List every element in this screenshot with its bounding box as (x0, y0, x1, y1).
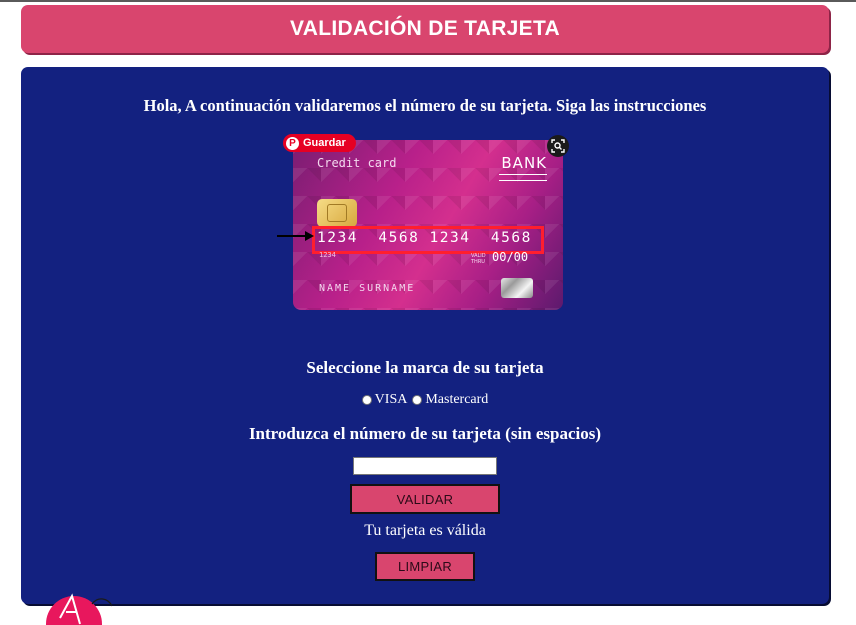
bank-lines (499, 174, 547, 181)
chip-icon (317, 199, 357, 227)
visual-search-icon (551, 139, 565, 153)
card-name: NAME SURNAME (319, 283, 416, 294)
radio-mastercard[interactable] (412, 395, 423, 405)
card-number-input[interactable] (353, 457, 497, 475)
credit-card-image: Credit card BANK 1234 4568 1234 4568 123… (293, 140, 563, 310)
pinterest-icon: P (286, 136, 299, 150)
page-title: VALIDACIÓN DE TARJETA (290, 17, 560, 40)
radio-visa-label: VISA (374, 392, 408, 407)
pinterest-save-button[interactable]: P Guardar (283, 134, 356, 152)
save-label: Guardar (303, 137, 346, 149)
validation-panel: Hola, A continuación validaremos el núme… (21, 67, 829, 604)
card-valid-thru: VALID THRU (471, 253, 486, 265)
brand-radio-group: VISA Mastercard (21, 392, 829, 408)
limpiar-button[interactable]: LIMPIAR (375, 552, 475, 581)
top-border (0, 0, 856, 2)
validar-button[interactable]: VALIDAR (350, 484, 500, 514)
result-text: Tu tarjeta es válida (364, 522, 486, 539)
intro-text: Hola, A continuación validaremos el núme… (143, 96, 707, 115)
card-label: Credit card (317, 156, 397, 170)
hologram-icon (501, 278, 533, 298)
card-expiry: 00/00 (492, 250, 529, 264)
page-header: VALIDACIÓN DE TARJETA (21, 5, 829, 53)
card-small-number: 1234 (319, 251, 336, 259)
brand-title: Seleccione la marca de su tarjeta (306, 358, 544, 377)
radio-visa[interactable] (361, 395, 372, 405)
brand-logo (46, 588, 120, 625)
card-bank: BANK (501, 154, 547, 172)
number-title: Introduzca el número de su tarjeta (sin … (248, 424, 602, 443)
arrow-icon (277, 231, 314, 241)
radio-mastercard-label: Mastercard (425, 392, 489, 407)
visual-search-button[interactable] (547, 135, 569, 157)
